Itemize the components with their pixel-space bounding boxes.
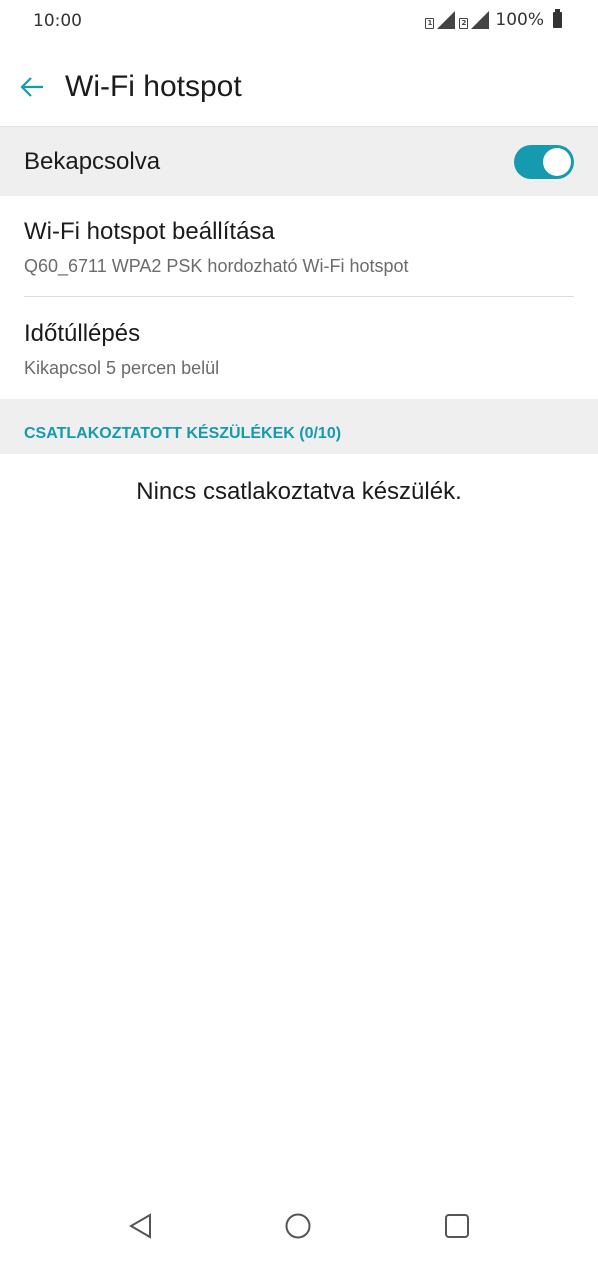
battery-percent: 100% [495, 10, 544, 30]
setting-hotspot-config[interactable]: Wi-Fi hotspot beállítása Q60_6711 WPA2 P… [0, 196, 598, 296]
setting-timeout[interactable]: Időtúllépés Kikapcsol 5 percen belül [0, 297, 598, 399]
arrow-left-icon[interactable] [18, 73, 46, 101]
navigation-bar [0, 1190, 598, 1262]
toggle-label: Bekapcsolva [24, 148, 161, 175]
status-bar: 10:00 1 2 100% [0, 0, 598, 46]
sim1-signal-icon: 1 [425, 10, 456, 30]
setting-title: Időtúllépés [24, 320, 141, 347]
app-header: Wi-Fi hotspot [0, 46, 598, 126]
switch-knob [543, 148, 571, 176]
sim1-label: 1 [425, 18, 435, 29]
empty-state-message: Nincs csatlakoztatva készülék. [136, 478, 462, 505]
sim2-label: 2 [459, 18, 469, 29]
triangle-back-icon[interactable] [123, 1208, 159, 1244]
hotspot-toggle-row[interactable]: Bekapcsolva [0, 126, 598, 196]
sim2-signal-icon: 2 [459, 10, 490, 30]
square-recents-icon[interactable] [439, 1208, 475, 1244]
connected-devices-section: CSATLAKOZTATOTT KÉSZÜLÉKEK (0/10) [0, 399, 598, 454]
status-time: 10:00 [33, 11, 82, 31]
battery-icon [553, 9, 562, 28]
setting-subtitle: Q60_6711 WPA2 PSK hordozható Wi-Fi hotsp… [24, 256, 409, 276]
setting-subtitle: Kikapcsol 5 percen belül [24, 358, 220, 378]
status-icons: 1 2 100% [425, 9, 562, 30]
setting-title: Wi-Fi hotspot beállítása [24, 218, 275, 245]
hotspot-switch[interactable] [514, 145, 574, 179]
section-label: CSATLAKOZTATOTT KÉSZÜLÉKEK (0/10) [24, 425, 342, 442]
page-title: Wi-Fi hotspot [65, 70, 242, 103]
circle-home-icon[interactable] [280, 1208, 316, 1244]
